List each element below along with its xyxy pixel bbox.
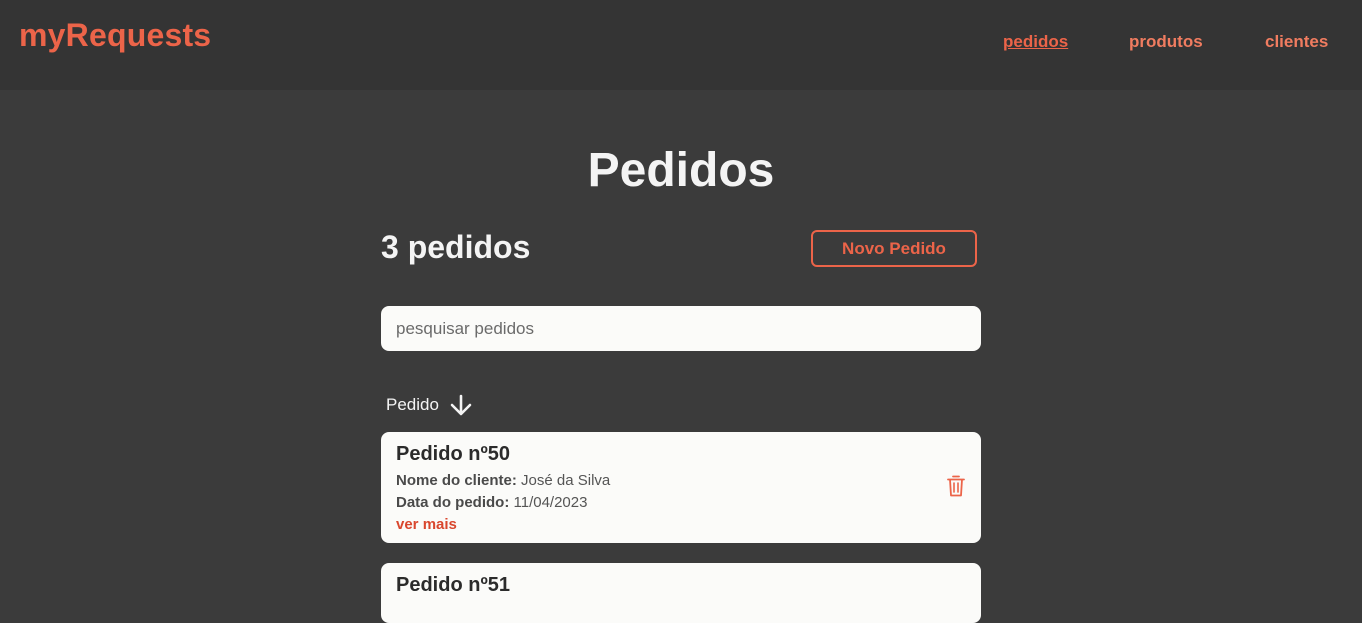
trash-icon[interactable] [946, 474, 966, 498]
sort-toggle[interactable]: Pedido [386, 394, 473, 416]
order-card[interactable]: Pedido nº51 [381, 563, 981, 623]
nav-link-clientes[interactable]: clientes [1265, 32, 1328, 52]
date-label: Data do pedido: [396, 494, 510, 511]
date-value: 11/04/2023 [513, 494, 588, 511]
order-card[interactable]: Pedido nº50 Nome do cliente: José da Sil… [381, 432, 981, 543]
new-order-button[interactable]: Novo Pedido [811, 230, 977, 267]
arrow-down-icon [450, 394, 472, 416]
client-label: Nome do cliente: [396, 472, 517, 489]
search-input[interactable] [381, 306, 981, 351]
top-navbar: myRequests pedidos produtos clientes [0, 0, 1362, 90]
sort-label: Pedido [386, 395, 439, 414]
nav-link-produtos[interactable]: produtos [1129, 32, 1203, 52]
order-title: Pedido nº51 [396, 574, 510, 596]
nav-link-pedidos[interactable]: pedidos [1003, 32, 1068, 52]
orders-count: 3 pedidos [381, 229, 531, 265]
order-title: Pedido nº50 [396, 443, 510, 465]
order-client: Nome do cliente: José da Silva [396, 470, 966, 492]
see-more-link[interactable]: ver mais [396, 514, 966, 536]
brand-logo[interactable]: myRequests [19, 17, 211, 54]
order-date: Data do pedido: 11/04/2023 [396, 492, 966, 514]
client-value: José da Silva [521, 472, 611, 489]
page-title: Pedidos [587, 144, 775, 197]
